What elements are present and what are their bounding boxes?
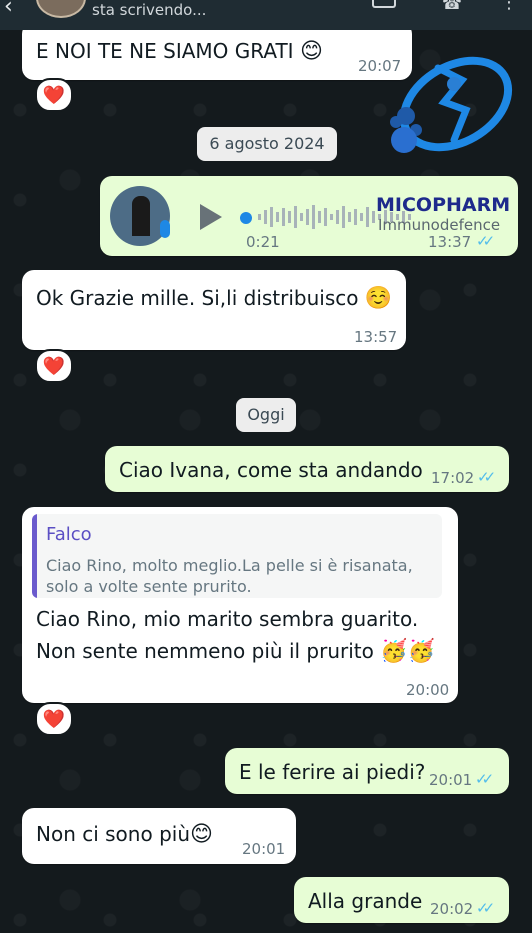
message-time: 20:00 xyxy=(406,681,450,699)
message-time: 17:02 xyxy=(431,469,475,487)
message-text-content: Non sente nemmeno più il prurito xyxy=(36,639,374,663)
smile-emoji: 😊 xyxy=(299,39,323,64)
message-bubble-incoming[interactable]: E NOI TE NE SIAMO GRATI 😊 20:07 xyxy=(22,22,412,80)
message-time: 20:01 xyxy=(242,840,286,858)
phone-icon[interactable]: ☎ xyxy=(442,0,462,13)
read-receipt-icon: ✓✓ xyxy=(475,770,494,788)
quoted-line: Ciao Rino, molto meglio.La pelle si è ri… xyxy=(46,556,413,575)
date-separator: 6 agosto 2024 xyxy=(197,127,337,161)
quoted-message[interactable]: Falco Ciao Rino, molto meglio.La pelle s… xyxy=(32,514,442,598)
message-bubble-outgoing[interactable]: E le ferire ai piedi? 20:01 ✓✓ xyxy=(225,748,509,794)
heart-reaction-icon[interactable]: ❤️ xyxy=(35,78,73,112)
relieved-emoji: ☺️ xyxy=(364,286,393,311)
message-text: Alla grande xyxy=(308,889,423,913)
read-receipt-icon: ✓✓ xyxy=(477,468,496,486)
read-receipt-icon: ✓✓ xyxy=(476,899,495,917)
back-arrow-icon[interactable]: ‹ xyxy=(4,0,13,19)
voice-duration: 0:21 xyxy=(246,233,280,251)
contact-avatar[interactable] xyxy=(36,0,86,18)
message-bubble-outgoing[interactable]: Ciao Ivana, come sta andando 17:02 ✓✓ xyxy=(105,446,509,492)
smile-emoji: 😊 xyxy=(190,822,213,847)
more-options-icon[interactable]: ⋮ xyxy=(500,0,518,13)
heart-reaction-icon[interactable]: ❤️ xyxy=(35,702,73,736)
message-text: E le ferire ai piedi? xyxy=(239,760,426,784)
quoted-author: Falco xyxy=(46,524,92,545)
message-text-content: E NOI TE NE SIAMO GRATI xyxy=(36,39,294,63)
message-text: Non ci sono più😊 xyxy=(36,822,213,847)
message-bubble-incoming[interactable]: Non ci sono più😊 20:01 xyxy=(22,808,296,864)
message-line: Non sente nemmeno più il prurito 🥳🥳 xyxy=(36,639,435,664)
message-bubble-outgoing[interactable]: Alla grande 20:02 ✓✓ xyxy=(294,877,509,923)
message-text-content: Non ci sono più xyxy=(36,822,190,846)
message-text-content: Ok Grazie mille. Si,li distribuisco xyxy=(36,286,359,310)
message-bubble-incoming[interactable]: Ok Grazie mille. Si,li distribuisco ☺️ 1… xyxy=(22,270,406,350)
video-call-icon[interactable] xyxy=(372,0,396,8)
message-time: 20:01 xyxy=(429,771,473,789)
microphone-icon xyxy=(160,220,170,238)
date-separator: Oggi xyxy=(236,398,296,432)
message-time: 13:57 xyxy=(354,328,398,346)
chat-header: ‹ sta scrivendo... ☎ ⋮ xyxy=(0,0,532,30)
watermark-tagline: Immunodefence xyxy=(378,216,501,234)
typing-status: sta scrivendo... xyxy=(92,1,207,19)
message-text: Ciao Ivana, come sta andando xyxy=(119,458,423,482)
message-text: Ok Grazie mille. Si,li distribuisco ☺️ xyxy=(36,286,392,311)
reply-message-bubble[interactable]: Falco Ciao Rino, molto meglio.La pelle s… xyxy=(22,507,458,703)
message-text: E NOI TE NE SIAMO GRATI 😊 xyxy=(36,39,323,64)
watermark-brand: MICOPHARM xyxy=(376,194,511,216)
heart-reaction-icon[interactable]: ❤️ xyxy=(35,349,73,383)
party-emoji: 🥳🥳 xyxy=(380,639,436,664)
play-icon[interactable] xyxy=(200,204,222,230)
message-line: Ciao Rino, mio marito sembra guarito. xyxy=(36,607,419,631)
quoted-line: solo a volte sente prurito. xyxy=(46,577,252,596)
playback-scrubber[interactable] xyxy=(240,212,252,224)
message-time: 20:02 xyxy=(430,900,474,918)
